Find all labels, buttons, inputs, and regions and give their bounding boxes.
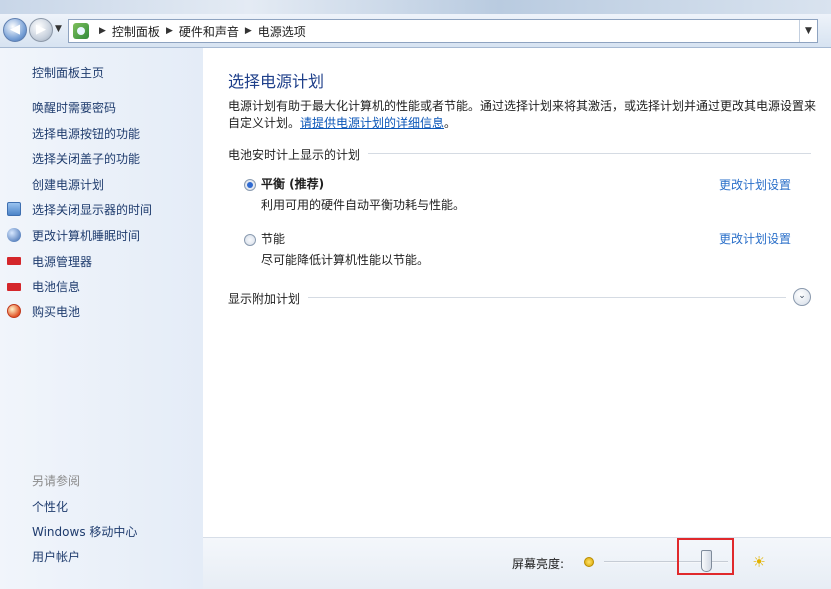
display-icon bbox=[7, 202, 21, 216]
breadcrumb-control-panel[interactable]: 控制面板 bbox=[112, 23, 160, 40]
battery-icon bbox=[7, 257, 21, 265]
see-also-heading: 另请参阅 bbox=[32, 474, 81, 488]
power-saver-change-settings-link[interactable]: 更改计划设置 bbox=[719, 230, 791, 247]
create-plan-link[interactable]: 创建电源计划 bbox=[32, 176, 104, 193]
plans-group-label: 电池安时计上显示的计划 bbox=[228, 146, 369, 163]
expand-chevron-icon[interactable]: ⌄ bbox=[793, 288, 811, 306]
balanced-change-settings-link[interactable]: 更改计划设置 bbox=[719, 176, 791, 193]
back-arrow-icon: ◀ bbox=[10, 22, 20, 37]
lid-close-link[interactable]: 选择关闭盖子的功能 bbox=[32, 150, 140, 167]
dim-sun-icon bbox=[584, 557, 594, 567]
description-end: 。 bbox=[444, 116, 457, 130]
power-saver-plan-radio[interactable] bbox=[244, 234, 256, 246]
brightness-label: 屏幕亮度: bbox=[512, 557, 565, 571]
power-manager-link[interactable]: 电源管理器 bbox=[32, 253, 92, 270]
power-saver-plan-name[interactable]: 节能 bbox=[261, 230, 285, 247]
plans-group: 电池安时计上显示的计划 bbox=[228, 146, 811, 163]
plan-details-link[interactable]: 请提供电源计划的详细信息 bbox=[300, 116, 444, 130]
breadcrumb-hardware-sound[interactable]: 硬件和声音 bbox=[179, 23, 239, 40]
bright-sun-icon: ☀ bbox=[752, 553, 766, 571]
breadcrumb-power-options[interactable]: 电源选项 bbox=[258, 23, 306, 40]
recent-pages-dropdown[interactable]: ▼ bbox=[55, 24, 62, 34]
wake-password-link[interactable]: 唤醒时需要密码 bbox=[32, 99, 116, 116]
balanced-plan-radio[interactable] bbox=[244, 179, 256, 191]
forward-arrow-icon: ▶ bbox=[36, 22, 46, 37]
window-title-strip bbox=[0, 0, 831, 14]
address-toolbar: ◀ ▶ ▼ ▶ 控制面板 ▶ 硬件和声音 ▶ 电源选项 ▼ bbox=[0, 14, 831, 48]
battery-info-link[interactable]: 电池信息 bbox=[32, 278, 80, 295]
forward-button[interactable]: ▶ bbox=[29, 18, 53, 42]
highlight-box bbox=[677, 538, 734, 575]
power-button-link[interactable]: 选择电源按钮的功能 bbox=[32, 125, 140, 142]
balanced-plan-description: 利用可用的硬件自动平衡功耗与性能。 bbox=[261, 198, 466, 212]
control-panel-home-link[interactable]: 控制面板主页 bbox=[32, 64, 104, 81]
chevron-right-icon[interactable]: ▶ bbox=[166, 26, 173, 36]
battery-icon bbox=[7, 283, 21, 291]
chevron-right-icon[interactable]: ▶ bbox=[99, 26, 106, 36]
additional-plans-group: 显示附加计划 bbox=[228, 290, 786, 307]
globe-icon bbox=[7, 304, 21, 318]
user-accounts-link[interactable]: 用户帐户 bbox=[32, 548, 80, 565]
buy-battery-link[interactable]: 购买电池 bbox=[32, 303, 80, 320]
page-title: 选择电源计划 bbox=[228, 72, 325, 91]
sleep-time-link[interactable]: 更改计算机睡眠时间 bbox=[32, 227, 140, 244]
main-content: 选择电源计划 电源计划有助于最大化计算机的性能或者节能。通过选择计划来将其激活，… bbox=[203, 48, 831, 537]
back-button[interactable]: ◀ bbox=[3, 18, 27, 42]
page-description: 电源计划有助于最大化计算机的性能或者节能。通过选择计划来将其激活，或选择计划并通… bbox=[228, 98, 818, 132]
sleep-moon-icon bbox=[7, 228, 21, 242]
balanced-plan-name[interactable]: 平衡 (推荐) bbox=[261, 175, 324, 192]
address-dropdown-button[interactable]: ▼ bbox=[799, 20, 817, 42]
chevron-right-icon[interactable]: ▶ bbox=[245, 26, 252, 36]
brightness-bar: 屏幕亮度: ☀ bbox=[203, 537, 831, 589]
address-bar[interactable]: ▶ 控制面板 ▶ 硬件和声音 ▶ 电源选项 ▼ bbox=[68, 19, 818, 43]
personalization-link[interactable]: 个性化 bbox=[32, 498, 68, 515]
additional-plans-label[interactable]: 显示附加计划 bbox=[228, 290, 309, 307]
mobility-center-link[interactable]: Windows 移动中心 bbox=[32, 523, 137, 540]
power-saver-plan-description: 尽可能降低计算机性能以节能。 bbox=[261, 253, 430, 267]
control-panel-icon bbox=[73, 23, 89, 39]
left-navigation-pane: 控制面板主页 唤醒时需要密码 选择电源按钮的功能 选择关闭盖子的功能 创建电源计… bbox=[0, 48, 203, 589]
display-off-link[interactable]: 选择关闭显示器的时间 bbox=[32, 201, 152, 218]
group-divider bbox=[228, 297, 786, 298]
